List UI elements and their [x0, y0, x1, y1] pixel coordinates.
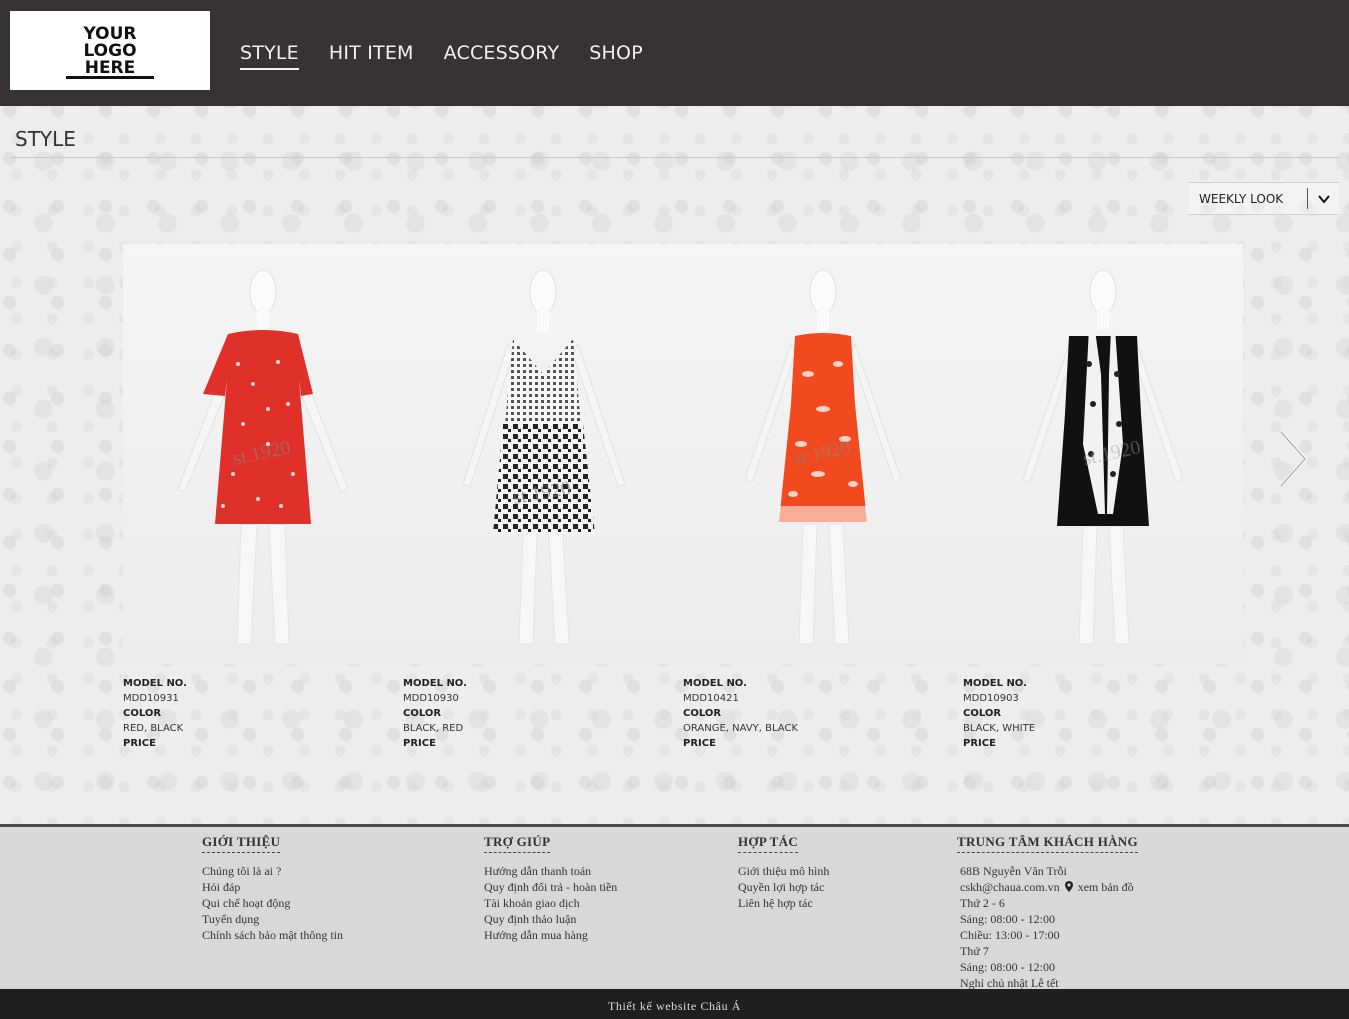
- price-label: PRICE: [683, 738, 716, 749]
- price-label: PRICE: [963, 738, 996, 749]
- support-email[interactable]: cskh@chaua.com.vn: [960, 880, 1060, 894]
- mannequin-houndstooth-dress-image: st.1920: [462, 269, 626, 645]
- footer-link-careers[interactable]: Tuyển dụng: [202, 911, 343, 927]
- footer-link-privacy[interactable]: Chính sách bảo mật thông tin: [202, 927, 343, 943]
- support-email-row: cskh@chaua.com.vn xem bản đồ: [960, 879, 1138, 895]
- model-label: MODEL NO.: [403, 678, 467, 689]
- nav-style[interactable]: STYLE: [240, 42, 299, 70]
- footer-about-heading: GIỚI THIỆU: [202, 834, 281, 853]
- footer-support: TRUNG TÂM KHÁCH HÀNG 68B Nguyễn Văn Trỗi…: [957, 833, 1138, 991]
- model-label: MODEL NO.: [963, 678, 1027, 689]
- logo-image: YOUR LOGO HERE: [66, 24, 154, 79]
- footer-help-heading: TRỢ GIÚP: [484, 834, 551, 853]
- mannequin-orange-dress-image: st.1920: [744, 269, 902, 645]
- product-info: MODEL NO. MDD10421 COLOR ORANGE, NAVY, B…: [683, 664, 963, 751]
- color-value: RED, BLACK: [123, 723, 184, 734]
- product-info: MODEL NO. MDD10930 COLOR BLACK, RED PRIC…: [403, 664, 683, 751]
- model-label: MODEL NO.: [123, 678, 187, 689]
- model-value: MDD10931: [123, 693, 179, 704]
- price-label: PRICE: [123, 738, 156, 749]
- map-pin-icon: [1064, 881, 1073, 892]
- price-label: PRICE: [403, 738, 436, 749]
- svg-text:HERE: HERE: [85, 58, 136, 78]
- footer-partner: HỢP TÁC Giới thiệu mô hình Quyền lợi hợp…: [738, 833, 829, 911]
- product-photo[interactable]: st.1920: [963, 244, 1243, 664]
- product-card[interactable]: st.1920 MODEL NO. MDD10903 COLOR BLACK, …: [963, 244, 1243, 764]
- main-nav: STYLE HIT ITEM ACCESSORY SHOP: [240, 42, 643, 70]
- look-filter-select[interactable]: WEEKLY LOOK: [1189, 182, 1339, 215]
- product-carousel: st.1920 MODEL NO. MDD10931 COLOR RED, BL…: [123, 244, 1243, 764]
- nav-hit-item[interactable]: HIT ITEM: [329, 42, 414, 70]
- color-label: COLOR: [963, 708, 1002, 719]
- footer-link-account[interactable]: Tài khoản giao dịch: [484, 895, 617, 911]
- footer-link-shopping-guide[interactable]: Hướng dẫn mua hàng: [484, 927, 617, 943]
- product-photo[interactable]: st.1920: [123, 244, 403, 664]
- footer-link-partner-benefits[interactable]: Quyền lợi hợp tác: [738, 879, 829, 895]
- support-hours-saturday-morning: Sáng: 08:00 - 12:00: [960, 960, 1055, 974]
- nav-shop[interactable]: SHOP: [589, 42, 643, 70]
- footer-link-returns[interactable]: Quy định đổi trả - hoàn tiền: [484, 879, 617, 895]
- product-card[interactable]: st.1920 MODEL NO. MDD10421 COLOR ORANGE,…: [683, 244, 963, 764]
- footer-link-operating-rules[interactable]: Qui chế hoạt động: [202, 895, 343, 911]
- site-footer: GIỚI THIỆU Chúng tôi là ai ? Hỏi đáp Qui…: [0, 824, 1349, 992]
- model-value: MDD10930: [403, 693, 459, 704]
- support-hours-morning: Sáng: 08:00 - 12:00: [960, 912, 1055, 926]
- nav-accessory[interactable]: ACCESSORY: [444, 42, 560, 70]
- site-credit[interactable]: Thiết kế website Châu Á: [608, 999, 741, 1014]
- color-label: COLOR: [683, 708, 722, 719]
- chevron-down-icon[interactable]: [1317, 192, 1331, 206]
- product-card[interactable]: st.1920 MODEL NO. MDD10931 COLOR RED, BL…: [123, 244, 403, 764]
- color-value: BLACK, WHITE: [963, 723, 1036, 734]
- look-filter-value: WEEKLY LOOK: [1199, 192, 1284, 206]
- chevron-right-icon[interactable]: [1278, 430, 1308, 488]
- support-map-link[interactable]: xem bản đồ: [1078, 880, 1134, 894]
- footer-partner-heading: HỢP TÁC: [738, 834, 799, 853]
- support-hours-afternoon: Chiều: 13:00 - 17:00: [960, 928, 1060, 942]
- footer-link-faq[interactable]: Hỏi đáp: [202, 879, 343, 895]
- footer-link-model-intro[interactable]: Giới thiệu mô hình: [738, 863, 829, 879]
- title-divider: [10, 157, 1339, 158]
- support-hours-weekdays: Thứ 2 - 6: [960, 896, 1005, 910]
- footer-help: TRỢ GIÚP Hướng dẫn thanh toán Quy định đ…: [484, 833, 617, 943]
- bottom-credit-bar: Thiết kế website Châu Á: [0, 989, 1349, 1019]
- footer-about: GIỚI THIỆU Chúng tôi là ai ? Hỏi đáp Qui…: [202, 833, 343, 943]
- support-hours-saturday: Thứ 7: [960, 944, 989, 958]
- model-label: MODEL NO.: [683, 678, 747, 689]
- mannequin-red-dress-image: st.1920: [177, 269, 349, 645]
- support-address: 68B Nguyễn Văn Trỗi: [960, 864, 1067, 878]
- product-card[interactable]: st.1920 MODEL NO. MDD10930 COLOR BLACK, …: [403, 244, 683, 764]
- product-info: MODEL NO. MDD10931 COLOR RED, BLACK PRIC…: [123, 664, 403, 751]
- color-label: COLOR: [123, 708, 162, 719]
- color-value: BLACK, RED: [403, 723, 464, 734]
- footer-support-heading: TRUNG TÂM KHÁCH HÀNG: [957, 834, 1138, 853]
- model-value: MDD10421: [683, 693, 739, 704]
- footer-link-discussion-rules[interactable]: Quy định thảo luận: [484, 911, 617, 927]
- footer-link-payment-guide[interactable]: Hướng dẫn thanh toán: [484, 863, 617, 879]
- color-label: COLOR: [403, 708, 442, 719]
- color-value: ORANGE, NAVY, BLACK: [683, 723, 799, 734]
- product-info: MODEL NO. MDD10903 COLOR BLACK, WHITE PR…: [963, 664, 1243, 751]
- site-header: YOUR LOGO HERE STYLE HIT ITEM ACCESSORY …: [0, 0, 1349, 106]
- footer-link-who-we-are[interactable]: Chúng tôi là ai ?: [202, 863, 343, 879]
- product-photo[interactable]: st.1920: [683, 244, 963, 664]
- mannequin-black-dress-image: st.1920: [1022, 269, 1184, 645]
- site-logo[interactable]: YOUR LOGO HERE: [10, 11, 210, 90]
- page-title: STYLE: [15, 127, 76, 151]
- footer-link-partner-contact[interactable]: Liên hệ hợp tác: [738, 895, 829, 911]
- select-divider: [1307, 188, 1308, 209]
- model-value: MDD10903: [963, 693, 1019, 704]
- product-photo[interactable]: st.1920: [403, 244, 683, 664]
- logo-mark: YOUR LOGO HERE: [64, 23, 156, 79]
